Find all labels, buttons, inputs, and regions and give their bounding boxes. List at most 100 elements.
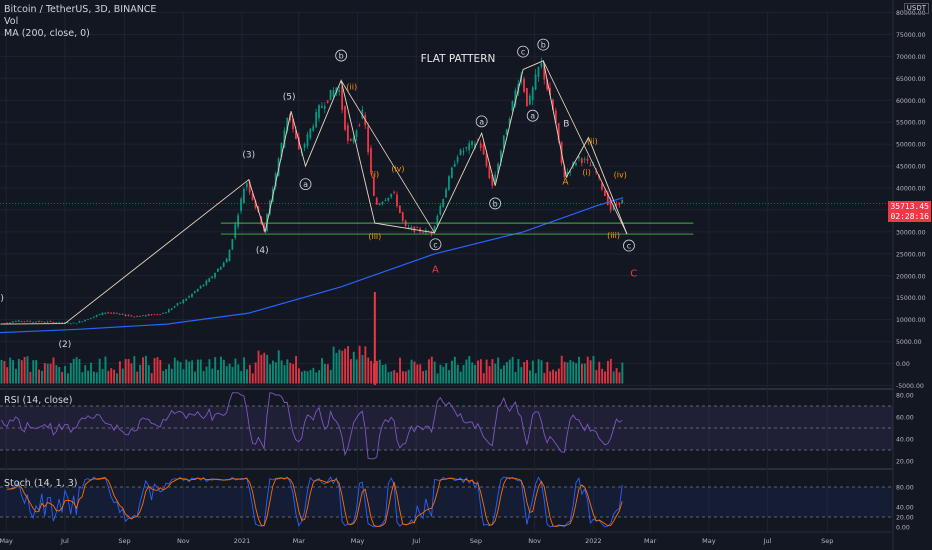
wave-label: A: [432, 264, 439, 275]
candle-body: [89, 318, 92, 319]
volume-bar: [471, 362, 474, 384]
candle-body: [165, 312, 167, 314]
volume-bar: [205, 366, 208, 384]
volume-bar: [589, 360, 592, 384]
candle-body: [182, 299, 185, 303]
volume-bar: [257, 350, 260, 384]
rsi-title[interactable]: RSI (14, close): [4, 395, 72, 407]
volume-bar: [208, 359, 211, 384]
wave-label: (iii): [368, 232, 381, 241]
candle-body: [217, 268, 219, 272]
wave-label: C: [630, 269, 637, 280]
stoch-tick-label: 20.00: [896, 515, 914, 522]
price-tick-label: 15000.00: [896, 295, 926, 302]
candle-body: [488, 165, 491, 179]
candle-body: [370, 148, 372, 173]
volume-bar: [35, 360, 38, 384]
volume-bar: [237, 364, 240, 384]
candle-body: [208, 278, 211, 282]
volume-bar: [165, 369, 168, 384]
price-tick-label: -5000.00: [896, 383, 924, 390]
candle-body: [150, 314, 153, 316]
volume-bar: [442, 366, 445, 384]
candle-body: [92, 316, 95, 318]
volume-bar: [214, 357, 217, 384]
rsi-legend: RSI (14, close): [4, 395, 72, 407]
volume-bar: [332, 346, 335, 384]
symbol-title[interactable]: Bitcoin / TetherUS, 3D, BINANCE: [4, 4, 156, 16]
candle-body: [589, 165, 592, 167]
wave-label: c: [433, 240, 437, 249]
volume-bar: [32, 360, 35, 384]
candle-body: [185, 298, 188, 301]
candle-body: [462, 151, 465, 153]
volume-legend[interactable]: Vol: [4, 16, 156, 28]
volume-bar: [66, 373, 69, 384]
candle-body: [349, 139, 352, 141]
volume-bar: [508, 359, 511, 384]
volume-bar: [179, 362, 182, 384]
candle-body: [35, 321, 37, 323]
volume-bar: [254, 362, 257, 384]
price-tick-label: 0.00: [896, 361, 910, 368]
candle-body: [393, 191, 395, 193]
time-tick-label: Mar: [644, 537, 657, 545]
volume-bar: [147, 365, 150, 384]
volume-bar: [367, 357, 370, 384]
ma-legend[interactable]: MA (200, close, 0): [4, 28, 156, 40]
volume-bar: [540, 360, 543, 384]
price-tick-label: 75000.00: [896, 32, 926, 39]
wave-label: (ii): [346, 82, 357, 91]
candle-body: [219, 267, 222, 270]
candle-body: [471, 141, 473, 146]
candle-body: [52, 321, 55, 323]
volume-bar: [526, 360, 529, 384]
candle-body: [245, 183, 248, 188]
candle-body: [228, 250, 231, 262]
stoch-tick-label: 80.00: [896, 485, 914, 492]
volume-bar: [497, 357, 500, 384]
currency-label[interactable]: USDT: [903, 3, 929, 14]
candle-body: [479, 143, 482, 148]
volume-bar: [318, 370, 321, 384]
wave-label: (4): [256, 246, 269, 256]
volume-bar: [26, 356, 29, 384]
volume-bar: [329, 369, 332, 384]
volume-bar: [142, 357, 144, 384]
volume-bar: [430, 356, 433, 384]
volume-bar: [404, 371, 407, 384]
candle-body: [205, 280, 208, 285]
price-tick-label: 70000.00: [896, 54, 926, 61]
candle-body: [355, 130, 358, 137]
candle-body: [482, 144, 485, 155]
price-tick-label: 65000.00: [896, 76, 926, 83]
candle-body: [202, 284, 205, 287]
price-chart[interactable]: -5000.00 0.00 5000.00 10000.00 15000.00 20000…: [0, 0, 932, 550]
candle-body: [575, 162, 577, 166]
candle-body: [312, 126, 315, 131]
rsi-tick-label: 20.00: [896, 459, 914, 466]
candle-body: [378, 203, 381, 205]
rsi-tick-label: 60.00: [896, 415, 914, 422]
wave-label: a: [479, 117, 484, 126]
stoch-title[interactable]: Stoch (14, 1, 3): [4, 478, 78, 490]
volume-bar: [604, 371, 606, 384]
volume-bar: [101, 369, 104, 384]
volume-bar: [217, 369, 220, 384]
wave-label: b: [339, 52, 344, 61]
time-tick-label: May: [702, 537, 716, 545]
volume-bar: [61, 371, 64, 384]
candle-body: [167, 309, 170, 313]
candle-body: [159, 314, 162, 316]
volume-bar: [598, 361, 601, 384]
rsi-tick-label: 80.00: [896, 393, 914, 400]
volume-bar: [485, 359, 488, 384]
volume-bar: [3, 360, 6, 384]
candle-body: [29, 321, 32, 322]
volume-bar: [554, 371, 557, 384]
volume-bar: [188, 361, 191, 384]
volume-bar: [601, 368, 604, 384]
time-tick-label: Nov: [528, 537, 541, 545]
volume-bar: [153, 358, 156, 384]
volume-bar: [422, 371, 425, 384]
